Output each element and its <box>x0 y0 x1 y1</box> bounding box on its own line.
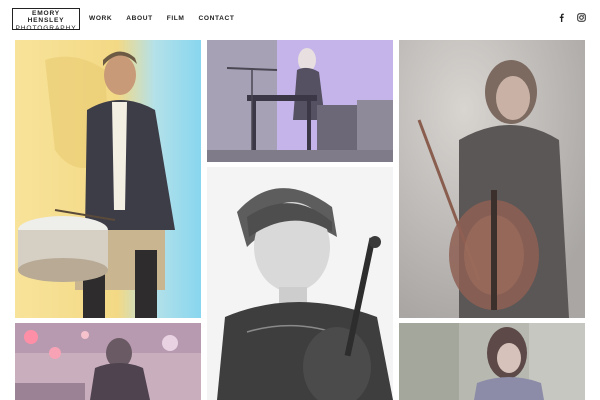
gallery-photo-violinist[interactable] <box>207 167 393 400</box>
violinist-photo <box>207 167 393 400</box>
nav-item-work[interactable]: WORK <box>89 15 112 22</box>
instagram-icon[interactable] <box>577 13 586 22</box>
brand-line-1: EMORY HENSLEY <box>27 10 65 24</box>
social-links <box>557 13 586 22</box>
site-header: EMORY HENSLEY PHOTOGRAPHY WORK ABOUT FIL… <box>0 0 600 38</box>
gallery-photo-concert[interactable] <box>15 323 201 400</box>
gallery-photo-woman-outdoors[interactable] <box>399 323 585 400</box>
woman-outdoors-photo <box>399 323 585 400</box>
nav-item-about[interactable]: ABOUT <box>126 15 152 22</box>
drummer-photo <box>15 40 201 318</box>
brand-line-2: PHOTOGRAPHY <box>15 25 77 33</box>
stage-keyboard-photo <box>207 40 393 162</box>
facebook-icon[interactable] <box>557 13 566 22</box>
gallery-photo-cellist[interactable] <box>399 40 585 318</box>
nav-item-film[interactable]: FILM <box>167 15 185 22</box>
concert-photo <box>15 323 201 400</box>
brand-logo[interactable]: EMORY HENSLEY PHOTOGRAPHY <box>12 8 80 33</box>
main-nav: WORK ABOUT FILM CONTACT <box>89 15 248 22</box>
gallery-photo-stage-keyboard[interactable] <box>207 40 393 162</box>
nav-item-contact[interactable]: CONTACT <box>199 15 235 22</box>
gallery-photo-drummer[interactable] <box>15 40 201 318</box>
cellist-photo <box>399 40 585 318</box>
